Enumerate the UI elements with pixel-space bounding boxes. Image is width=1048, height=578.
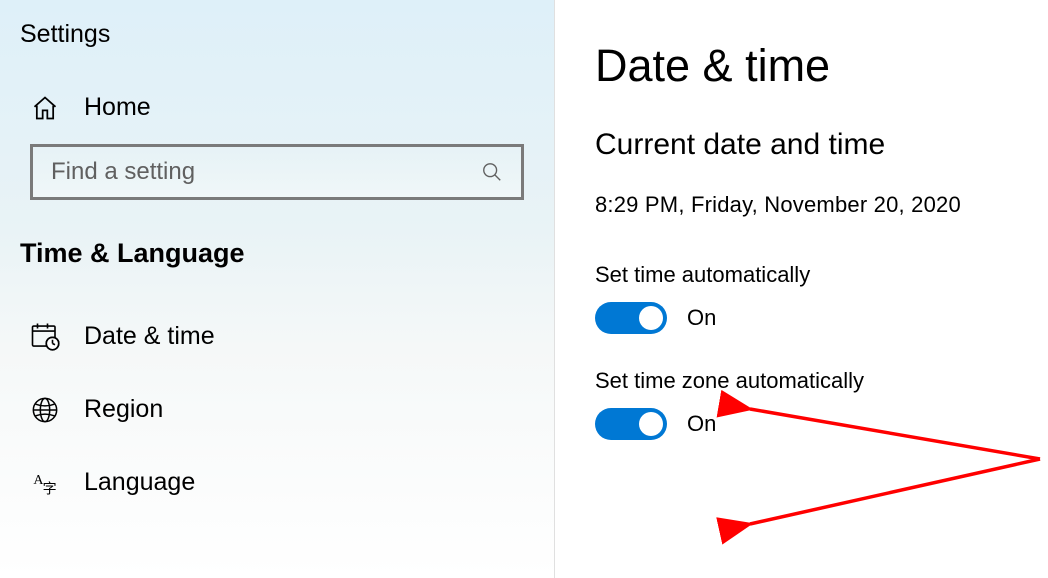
sidebar-item-label: Region: [84, 395, 163, 424]
sidebar-item-label: Date & time: [84, 322, 215, 351]
app-title: Settings: [0, 12, 554, 77]
main-content: Date & time Current date and time 8:29 P…: [555, 0, 1048, 578]
setting-set-time-auto: Set time automatically On: [595, 262, 1048, 334]
search-icon: [481, 161, 503, 183]
nav-home[interactable]: Home: [0, 77, 554, 138]
language-icon: A 字: [30, 469, 60, 497]
search-box[interactable]: [30, 144, 524, 200]
toggle-state: On: [687, 305, 716, 331]
toggle-state: On: [687, 411, 716, 437]
toggle-set-time-auto[interactable]: [595, 302, 667, 334]
section-title: Time & Language: [0, 218, 554, 299]
sidebar-item-date-time[interactable]: Date & time: [0, 299, 554, 373]
toggle-knob: [639, 412, 663, 436]
home-icon: [30, 94, 60, 122]
globe-icon: [30, 396, 60, 424]
setting-set-timezone-auto: Set time zone automatically On: [595, 368, 1048, 440]
sidebar: Settings Home Time & Lan: [0, 0, 555, 578]
sidebar-item-label: Language: [84, 468, 195, 497]
subhead-current: Current date and time: [595, 128, 1048, 162]
sidebar-item-language[interactable]: A 字 Language: [0, 446, 554, 519]
page-title: Date & time: [595, 40, 1048, 92]
svg-text:字: 字: [43, 481, 57, 497]
toggle-knob: [639, 306, 663, 330]
setting-label: Set time zone automatically: [595, 368, 1048, 394]
search-input[interactable]: [51, 158, 481, 186]
toggle-set-timezone-auto[interactable]: [595, 408, 667, 440]
setting-label: Set time automatically: [595, 262, 1048, 288]
nav-home-label: Home: [84, 93, 151, 122]
sidebar-item-region[interactable]: Region: [0, 373, 554, 446]
current-datetime: 8:29 PM, Friday, November 20, 2020: [595, 192, 1048, 218]
calendar-clock-icon: [30, 321, 60, 351]
